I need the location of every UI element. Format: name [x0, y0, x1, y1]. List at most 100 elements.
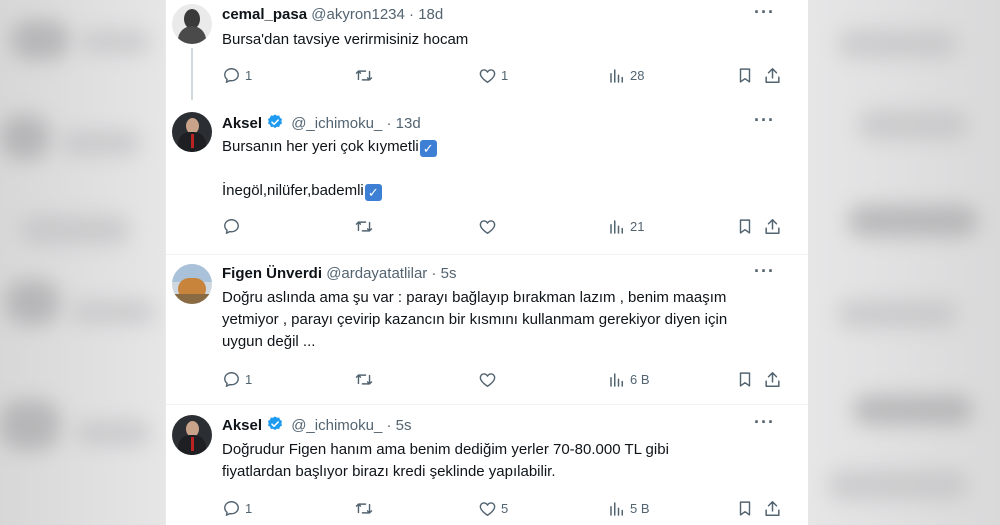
- tweet-actions: 1 1 28: [222, 64, 792, 86]
- bookmark-icon: [739, 68, 751, 83]
- like-button[interactable]: [478, 368, 501, 390]
- like-icon: [479, 69, 496, 84]
- bookmark-icon: [739, 372, 751, 387]
- like-icon: [479, 373, 496, 388]
- separator-dot: ·: [409, 6, 415, 23]
- retweet-icon: [355, 503, 373, 514]
- reply-count: 1: [245, 500, 253, 516]
- tweet-aksel-1[interactable]: Aksel @_ichimoku_ · 13d ··· Bursanın her…: [166, 100, 808, 250]
- share-button[interactable]: [763, 215, 782, 237]
- tweet-text: Bursanın her yeri çok kıymetli ✓ İnegöl,n…: [222, 136, 782, 202]
- tweet-text-line: yetmiyor , parayı çevirip kazancın bir k…: [222, 311, 728, 328]
- reply-icon: [224, 501, 239, 517]
- views-count: 6 B: [630, 371, 650, 387]
- more-icon[interactable]: ···: [754, 111, 774, 133]
- like-count: 1: [501, 67, 509, 83]
- more-icon[interactable]: ···: [754, 3, 774, 25]
- views-count: 5 B: [630, 500, 650, 516]
- share-button[interactable]: [763, 368, 782, 390]
- avatar-aksel[interactable]: [172, 112, 212, 152]
- tweet-figen-unverdi[interactable]: Figen Ünverdi @ardayatatlilar · 5s ··· D…: [166, 255, 808, 405]
- author-name[interactable]: cemal_pasa: [222, 6, 307, 23]
- avatar-figen[interactable]: [172, 264, 212, 304]
- author-handle[interactable]: @ardayatatlilar: [326, 265, 427, 282]
- views-icon: [610, 372, 623, 387]
- bookmark-button[interactable]: [736, 215, 754, 237]
- share-button[interactable]: [763, 64, 782, 86]
- blurred-left-background: [0, 0, 165, 525]
- tweet-aksel-2[interactable]: Aksel @_ichimoku_ · 5s ··· Doğrudur Fige…: [166, 405, 808, 525]
- retweet-button[interactable]: [354, 215, 378, 237]
- avatar-aksel[interactable]: [172, 415, 212, 455]
- author-handle[interactable]: @_ichimoku_: [291, 115, 382, 132]
- bookmark-button[interactable]: [736, 497, 754, 519]
- like-button[interactable]: 1: [478, 64, 508, 86]
- views-button[interactable]: 21: [608, 215, 644, 237]
- tweet-actions: 1 6 B: [222, 368, 792, 390]
- retweet-button[interactable]: [354, 64, 378, 86]
- reply-icon: [224, 372, 239, 388]
- like-button[interactable]: 5: [478, 497, 508, 519]
- author-name[interactable]: Aksel: [222, 417, 262, 434]
- share-button[interactable]: [763, 497, 782, 519]
- tweet-text: Bursa'dan tavsiye verirmisiniz hocam: [222, 29, 782, 51]
- retweet-icon: [355, 374, 373, 385]
- blurred-right-background: [808, 0, 1000, 525]
- replies-thread-panel: cemal_pasa @akyron1234 · 18d ··· Bursa'd…: [166, 0, 808, 525]
- retweet-button[interactable]: [354, 497, 378, 519]
- share-icon: [765, 501, 780, 517]
- reply-button[interactable]: 1: [222, 497, 252, 519]
- bookmark-button[interactable]: [736, 64, 754, 86]
- author-name[interactable]: Figen Ünverdi: [222, 265, 322, 282]
- timestamp[interactable]: 5s: [396, 417, 412, 434]
- check-mark-emoji-icon: ✓: [419, 140, 437, 157]
- reply-icon: [224, 68, 239, 84]
- reply-button[interactable]: 1: [222, 368, 252, 390]
- author-handle[interactable]: @akyron1234: [311, 6, 405, 23]
- tweet-text-line: Doğrudur Figen hanım ama benim dediğim y…: [222, 441, 669, 458]
- verified-badge-icon: [268, 416, 283, 431]
- like-icon: [479, 502, 496, 517]
- timestamp[interactable]: 5s: [441, 265, 457, 282]
- check-mark-emoji-icon: ✓: [364, 184, 382, 201]
- retweet-icon: [355, 70, 373, 81]
- timestamp[interactable]: 13d: [396, 115, 421, 132]
- reply-button[interactable]: 1: [222, 64, 252, 86]
- thread-line: [191, 48, 193, 100]
- more-icon[interactable]: ···: [754, 262, 774, 284]
- separator-dot: ·: [386, 115, 392, 132]
- reply-button[interactable]: [222, 215, 245, 237]
- share-icon: [765, 219, 780, 235]
- share-icon: [765, 372, 780, 388]
- tweet-text-line: uygun değil ...: [222, 333, 316, 350]
- retweet-button[interactable]: [354, 368, 378, 390]
- views-button[interactable]: 28: [608, 64, 644, 86]
- tweet-text: Doğrudur Figen hanım ama benim dediğim y…: [222, 439, 782, 483]
- views-icon: [610, 219, 623, 234]
- tweet-header: Figen Ünverdi @ardayatatlilar · 5s: [222, 264, 456, 284]
- like-button[interactable]: [478, 215, 501, 237]
- tweet-cemal-pasa[interactable]: cemal_pasa @akyron1234 · 18d ··· Bursa'd…: [166, 0, 808, 100]
- author-name[interactable]: Aksel: [222, 115, 262, 132]
- views-button[interactable]: 6 B: [608, 368, 650, 390]
- bookmark-icon: [739, 219, 751, 234]
- like-icon: [479, 220, 496, 235]
- views-count: 21: [630, 218, 645, 234]
- views-icon: [610, 501, 623, 516]
- tweet-actions: 1 5 5 B: [222, 497, 792, 519]
- separator-dot: ·: [431, 265, 437, 282]
- timestamp[interactable]: 18d: [418, 6, 443, 23]
- more-icon[interactable]: ···: [754, 413, 774, 435]
- tweet-actions: 21: [222, 215, 792, 237]
- views-button[interactable]: 5 B: [608, 497, 650, 519]
- avatar-cemal[interactable]: [172, 4, 212, 44]
- reply-count: 1: [245, 371, 253, 387]
- tweet-text-line: İnegöl,nilüfer,bademli ✓: [222, 180, 782, 202]
- author-handle[interactable]: @_ichimoku_: [291, 417, 382, 434]
- bookmark-button[interactable]: [736, 368, 754, 390]
- bookmark-icon: [739, 501, 751, 516]
- views-count: 28: [630, 67, 645, 83]
- tweet-text-line: Bursa'dan tavsiye verirmisiniz hocam: [222, 31, 469, 48]
- like-count: 5: [501, 500, 509, 516]
- retweet-icon: [355, 221, 373, 232]
